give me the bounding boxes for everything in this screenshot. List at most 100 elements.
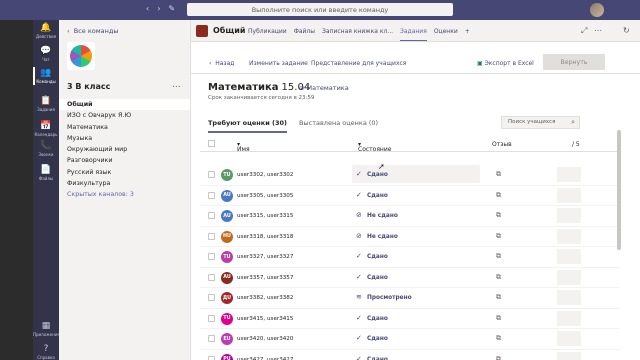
table-row[interactable]: PU user3427, user3427 ✓ Сдано ⧉ xyxy=(200,350,620,360)
rail-item-teams[interactable]: 👥 Команды xyxy=(33,67,59,85)
row-checkbox[interactable] xyxy=(208,232,215,240)
feedback-icon[interactable]: ⧉ xyxy=(496,293,501,302)
status-cell[interactable]: ≋ Просмотрено xyxy=(352,288,480,306)
rail-item-apps[interactable]: ▦ Приложения xyxy=(33,321,60,337)
row-checkbox[interactable] xyxy=(208,212,215,219)
row-checkbox[interactable] xyxy=(208,191,215,199)
student-name[interactable]: user3305, user3305 xyxy=(237,193,293,199)
status-cell[interactable]: ✓ Сдано xyxy=(352,186,480,204)
rail-item-assignments[interactable]: 📋 Задания xyxy=(33,96,59,112)
status-cell[interactable]: ✓ Сдано xyxy=(352,247,480,265)
forward-arrow-icon[interactable]: › xyxy=(157,4,160,13)
status-cell[interactable]: ✓ Сдано xyxy=(352,350,480,360)
row-checkbox[interactable] xyxy=(208,273,215,281)
tab-graded[interactable]: Выставлена оценка (0) xyxy=(299,119,378,133)
student-name[interactable]: user3327, user3327 xyxy=(237,254,293,260)
export-excel-button[interactable]: ▣ Экспорт в Excel xyxy=(477,60,534,67)
back-arrow-icon[interactable]: ‹ xyxy=(146,4,149,13)
student-name[interactable]: user3415, user3415 xyxy=(237,316,293,322)
rail-item-chat[interactable]: 💬 Чат xyxy=(33,46,59,62)
student-name[interactable]: user3427, user3427 xyxy=(237,357,293,360)
table-row[interactable]: TU user3302, user3302 ✓ Сдано ⧉ xyxy=(200,165,620,186)
status-cell[interactable]: ✓ Сдано xyxy=(352,268,480,286)
tab-item[interactable]: Записная книжка кл... xyxy=(322,28,393,41)
channel-item[interactable]: Физкультура xyxy=(59,178,190,189)
refresh-icon[interactable]: ↻ xyxy=(623,26,630,35)
status-cell[interactable]: ✓ Сдано xyxy=(352,329,480,347)
status-cell[interactable]: ⊘ Не сдано xyxy=(352,227,480,245)
feedback-icon[interactable]: ⧉ xyxy=(496,314,501,323)
points-input[interactable] xyxy=(557,310,581,326)
feedback-icon[interactable]: ⧉ xyxy=(496,355,501,360)
student-name[interactable]: user3302, user3302 xyxy=(237,172,293,178)
global-search-input[interactable]: Выполните поиск или введите команду xyxy=(187,3,453,16)
row-checkbox[interactable] xyxy=(208,253,215,260)
tab-item[interactable]: Оценки xyxy=(434,28,458,41)
add-tab-button[interactable]: + xyxy=(465,28,470,41)
channel-item[interactable]: Русский язык xyxy=(59,167,190,178)
rail-item-files[interactable]: 📄 Файлы xyxy=(33,165,59,181)
feedback-icon[interactable]: ⧉ xyxy=(496,252,501,261)
row-checkbox[interactable] xyxy=(208,314,215,322)
student-name[interactable]: user3318, user3318 xyxy=(237,234,293,240)
expand-icon[interactable]: ⤢ xyxy=(581,26,587,36)
more-options-icon[interactable]: ... xyxy=(172,80,181,90)
rail-item-help[interactable]: ? Справка xyxy=(33,344,59,360)
student-name[interactable]: user3420, user3420 xyxy=(237,336,293,342)
feedback-icon[interactable]: ⧉ xyxy=(496,211,501,220)
channel-item[interactable]: Математика xyxy=(59,122,190,133)
table-row[interactable]: TU user3415, user3415 ✓ Сдано ⧉ xyxy=(200,309,620,329)
channel-item[interactable]: Разговорчики xyxy=(59,155,190,166)
table-row[interactable]: AU user3315, user3315 ⊘ Не сдано ⧉ xyxy=(200,206,620,227)
row-checkbox[interactable] xyxy=(208,294,215,301)
rail-item-calendar[interactable]: 📅 Календарь xyxy=(33,121,59,137)
feedback-icon[interactable]: ⧉ xyxy=(496,191,501,200)
row-checkbox[interactable] xyxy=(208,355,215,360)
table-row[interactable]: EU user3420, user3420 ✓ Сдано ⧉ xyxy=(200,329,620,350)
points-input[interactable] xyxy=(557,167,581,182)
points-input[interactable] xyxy=(557,208,581,223)
points-input[interactable] xyxy=(557,331,581,346)
points-input[interactable] xyxy=(557,290,581,305)
points-input[interactable] xyxy=(557,228,581,244)
channel-item[interactable]: Общий xyxy=(59,99,190,111)
table-row[interactable]: HU user3318, user3318 ⊘ Не сдано ⧉ xyxy=(200,227,620,247)
feedback-icon[interactable]: ⧉ xyxy=(496,273,501,282)
tab-item[interactable]: Задания xyxy=(400,28,427,41)
scrollbar[interactable] xyxy=(617,130,621,250)
settings-icon[interactable]: ⋯ xyxy=(594,26,602,35)
return-button[interactable]: Вернуть xyxy=(543,54,605,70)
student-name[interactable]: user3357, user3357 xyxy=(237,275,293,281)
user-avatar[interactable] xyxy=(590,3,604,17)
status-cell[interactable]: ⊘ Не сдано xyxy=(352,206,480,224)
points-input[interactable] xyxy=(557,187,581,203)
compose-icon[interactable]: ✎ xyxy=(168,4,175,13)
name-column-header[interactable]: Имя ▾ xyxy=(237,141,250,153)
all-teams-link[interactable]: ‹ Все команды xyxy=(67,27,119,35)
channel-item[interactable]: ИЗО с Овчарук Я.Ю xyxy=(59,110,190,121)
status-column-header[interactable]: Состояние ▾ xyxy=(358,141,391,153)
status-cell[interactable]: ✓ Сдано xyxy=(352,309,480,327)
select-all-checkbox[interactable] xyxy=(208,140,215,147)
rail-item-bell[interactable]: 🔔 Действия xyxy=(33,23,59,39)
rail-item-phone[interactable]: 📞 Звонки xyxy=(33,141,59,157)
hidden-channels-link[interactable]: Скрытых каналов: 3 xyxy=(59,189,190,200)
row-checkbox[interactable] xyxy=(208,335,215,342)
table-row[interactable]: AU user3357, user3357 ✓ Сдано ⧉ xyxy=(200,268,620,288)
feedback-icon[interactable]: ⧉ xyxy=(496,334,501,343)
feedback-icon[interactable]: ⧉ xyxy=(496,232,501,241)
tab-item[interactable]: Публикации xyxy=(248,28,287,41)
student-name[interactable]: user3315, user3315 xyxy=(237,213,293,219)
tab-item[interactable]: Файлы xyxy=(294,28,315,41)
student-name[interactable]: user3382, user3382 xyxy=(237,295,293,301)
table-row[interactable]: AU user3305, user3305 ✓ Сдано ⧉ xyxy=(200,186,620,206)
table-row[interactable]: TU user3327, user3327 ✓ Сдано ⧉ xyxy=(200,247,620,268)
back-button[interactable]: ‹ Назад xyxy=(209,60,234,67)
points-input[interactable] xyxy=(557,351,581,360)
status-cell[interactable]: ✓ Сдано xyxy=(352,165,480,183)
table-row[interactable]: ДU user3382, user3382 ≋ Просмотрено ⧉ xyxy=(200,288,620,309)
student-view-button[interactable]: Представление для учащихся xyxy=(311,60,406,67)
points-input[interactable] xyxy=(557,269,581,285)
edit-assignment-button[interactable]: Изменить задание xyxy=(249,60,308,67)
points-input[interactable] xyxy=(557,249,581,264)
